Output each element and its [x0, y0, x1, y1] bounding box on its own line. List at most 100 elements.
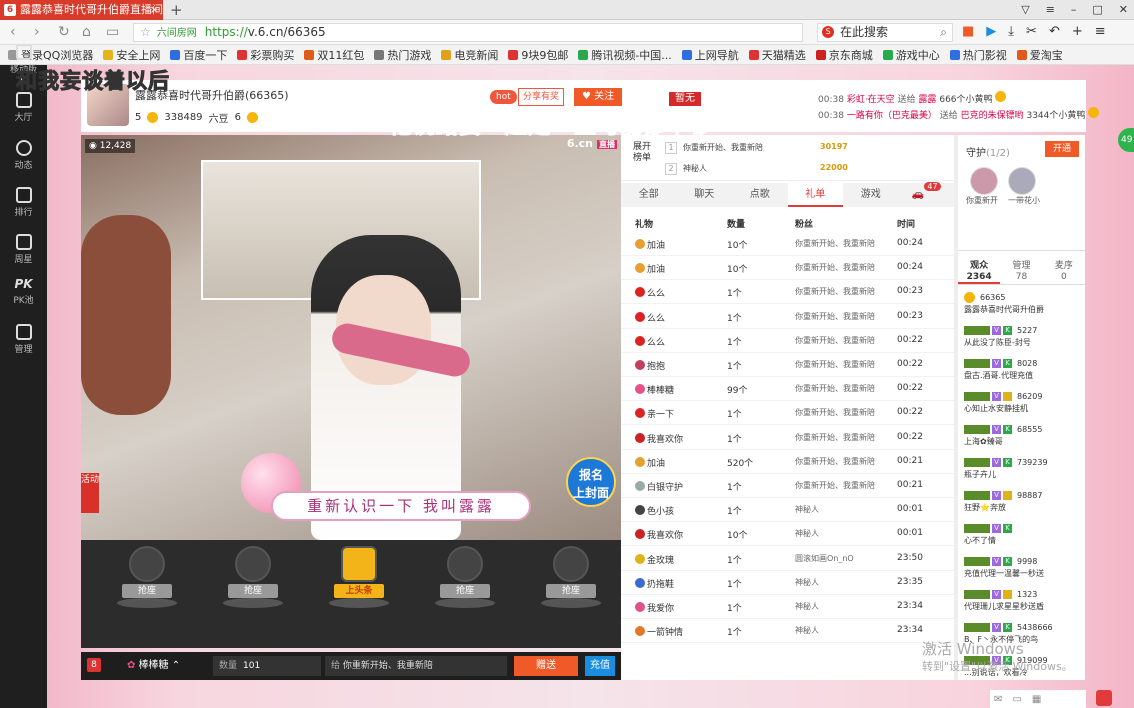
bookmark-item[interactable]: 百度一下: [170, 47, 227, 63]
undo-icon[interactable]: ↶: [1049, 23, 1060, 41]
audience-item[interactable]: V 1323 代理珊儿求星星秒送盾: [964, 589, 1079, 612]
gift-fan[interactable]: 神秘人: [795, 625, 819, 636]
gift-fan[interactable]: 你重新开始、我重新陪: [795, 480, 875, 491]
audience-tab[interactable]: 观众 2364: [958, 259, 1001, 284]
gift-fan[interactable]: 神秘人: [795, 577, 819, 588]
gift-fan[interactable]: 你重新开始、我重新陪: [795, 383, 875, 394]
close-button[interactable]: ✕: [1119, 0, 1128, 20]
tab-4[interactable]: 游戏: [843, 183, 899, 207]
ranking-row[interactable]: 1 你重新开始、我重新陪 30197: [665, 142, 848, 154]
audience-tab[interactable]: 管理 78: [1000, 259, 1042, 284]
audience-item[interactable]: V K 5227 从此没了陈臣-封号: [964, 325, 1079, 348]
headline-button[interactable]: 上头条: [334, 584, 384, 598]
gift-fan[interactable]: 神秘人: [795, 528, 819, 539]
bookmark-star-icon[interactable]: ☆: [140, 25, 151, 39]
back-icon[interactable]: ‹: [10, 24, 16, 40]
bookmark-item[interactable]: 彩票购买: [237, 47, 294, 63]
bookmark-item[interactable]: 热门游戏: [374, 47, 431, 63]
audience-item[interactable]: V 86209 心知止水安静挂机: [964, 391, 1079, 414]
tab-2[interactable]: 点歌: [732, 183, 788, 207]
audience-item[interactable]: V K 心不了情: [964, 523, 1079, 546]
cover-signup-badge[interactable]: 报名 上封面: [566, 457, 616, 507]
bookmark-item[interactable]: 电竞新闻: [441, 47, 498, 63]
gift-fan[interactable]: 神秘人: [795, 504, 819, 515]
browser-tab[interactable]: 6 露露恭喜时代哥升伯爵直播间 ×: [0, 0, 163, 20]
bookmark-item[interactable]: 双11红包: [304, 47, 364, 63]
forward-icon[interactable]: ›: [34, 24, 40, 40]
gift-fan[interactable]: 神秘人: [795, 601, 819, 612]
sidebar-item-rank[interactable]: 排行: [0, 187, 47, 227]
grab-seat-button[interactable]: 抢座: [228, 584, 278, 598]
sidebar-item-feed[interactable]: 动态: [0, 140, 47, 180]
broadcast-from[interactable]: 一路有你（巴克最美）: [847, 111, 937, 121]
maximize-button[interactable]: □: [1092, 0, 1102, 20]
audience-item[interactable]: V K 8028 盘古.酒哥.代理充值: [964, 358, 1079, 381]
menu-icon[interactable]: ≡: [1046, 0, 1055, 20]
gift-fan[interactable]: 你重新开始、我重新陪: [795, 311, 875, 322]
activity-side-tab[interactable]: 活动: [81, 473, 99, 513]
tab-0[interactable]: 全部: [621, 183, 677, 207]
search-icon[interactable]: ⌕: [940, 24, 947, 41]
seat-slot[interactable]: 抢座: [223, 546, 283, 608]
broadcast-to[interactable]: 露露: [918, 95, 936, 105]
search-engine-icon[interactable]: S: [822, 26, 834, 38]
bookmark-item[interactable]: 上网导航: [681, 47, 739, 63]
follow-button[interactable]: ♥ 关注: [574, 88, 623, 106]
seat-slot[interactable]: 抢座: [117, 546, 177, 608]
gift-box-badge[interactable]: 8: [87, 658, 101, 672]
bookmark-item[interactable]: 腾讯视频-中国...: [578, 47, 672, 63]
chat-icon[interactable]: ▭: [1012, 694, 1021, 705]
audience-item[interactable]: 66365 露露恭喜时代哥升伯爵: [964, 292, 1079, 315]
gift-fan[interactable]: 你重新开始、我重新陪: [795, 238, 875, 249]
gift-selector[interactable]: ✿ 棒棒糖 ⌃: [127, 656, 180, 676]
open-guard-button[interactable]: 开通: [1044, 141, 1079, 157]
audience-item[interactable]: V K 739239 瓶子卉儿: [964, 457, 1079, 480]
grab-seat-button[interactable]: 抢座: [546, 584, 596, 598]
refresh-icon[interactable]: ↻: [58, 24, 70, 40]
broadcast-from[interactable]: 彩虹·在天空: [847, 95, 895, 105]
guard-avatar[interactable]: [1008, 167, 1036, 195]
mail-icon[interactable]: ✉: [994, 694, 1002, 705]
gift-fan[interactable]: 你重新开始、我重新陪: [795, 432, 875, 443]
expand-ranking-button[interactable]: 展开榜单: [633, 142, 653, 164]
tab-3[interactable]: 礼单: [787, 183, 843, 207]
skin-icon[interactable]: ▽: [1021, 0, 1029, 20]
bookmark-item[interactable]: 京东商城: [815, 47, 873, 63]
seat-slot[interactable]: 抢座: [435, 546, 495, 608]
download-icon[interactable]: ⤓: [1008, 23, 1014, 41]
grab-seat-button[interactable]: 抢座: [122, 584, 172, 598]
ranking-row[interactable]: 2 神秘人 22000: [665, 163, 848, 175]
message-alert-icon[interactable]: [1096, 690, 1112, 706]
seat-slot[interactable]: 抢座: [541, 546, 601, 608]
gift-fan[interactable]: 圆滚如画On_nO: [795, 553, 854, 564]
tab-game-extra[interactable]: 🚗47: [899, 182, 955, 207]
guard-avatar[interactable]: [970, 167, 998, 195]
video-camera-icon[interactable]: ■: [962, 23, 974, 41]
gift-fan[interactable]: 你重新开始、我重新陪: [795, 456, 875, 467]
gift-fan[interactable]: 你重新开始、我重新陪: [795, 335, 875, 346]
recipient-field[interactable]: 给 你重新开始、我重新陪: [325, 656, 507, 676]
gift-fan[interactable]: 你重新开始、我重新陪: [795, 359, 875, 370]
scissors-icon[interactable]: ✂: [1026, 23, 1037, 41]
url-field[interactable]: ☆ 六间房网 https://v.6.cn/66365: [133, 23, 803, 42]
bookmark-item[interactable]: 9块9包邮: [508, 47, 568, 63]
minimize-button[interactable]: –: [1071, 0, 1077, 20]
tab-close-icon[interactable]: ×: [150, 0, 159, 20]
audience-tab[interactable]: 麦序 0: [1043, 259, 1085, 284]
sidebar-item-pk[interactable]: PK PK池: [0, 277, 47, 317]
gift-fan[interactable]: 你重新开始、我重新陪: [795, 407, 875, 418]
bookmark-item[interactable]: 游戏中心: [882, 47, 940, 63]
share-button[interactable]: 分享有奖: [518, 88, 565, 106]
seat-slot[interactable]: 上头条: [329, 546, 389, 608]
play-icon[interactable]: ▶: [986, 23, 996, 41]
home-icon[interactable]: ⌂: [82, 24, 91, 40]
sidebar-item-hall[interactable]: 大厅: [0, 92, 47, 132]
audience-item[interactable]: V 98887 狂野⭐奔放: [964, 490, 1079, 513]
reader-icon[interactable]: ▭: [106, 24, 119, 40]
recharge-button[interactable]: 充值: [585, 656, 615, 676]
new-tab-button[interactable]: +: [170, 0, 183, 20]
grab-seat-button[interactable]: 抢座: [440, 584, 490, 598]
gift-fan[interactable]: 你重新开始、我重新陪: [795, 286, 875, 297]
quantity-field[interactable]: 数量 101: [213, 656, 321, 676]
bookmark-item[interactable]: 热门影视: [949, 47, 1007, 63]
